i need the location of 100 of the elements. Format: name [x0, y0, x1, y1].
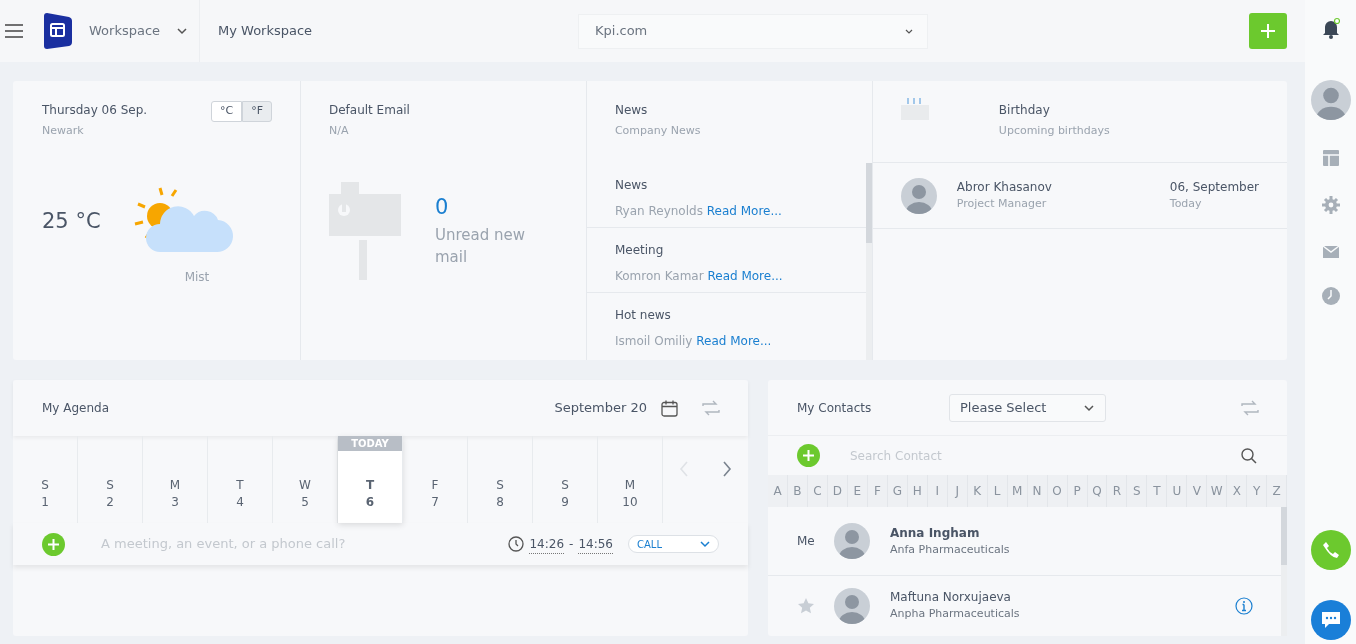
letter-filter[interactable]: I	[927, 475, 948, 507]
search-icon[interactable]	[1241, 447, 1257, 464]
contact-company: Anpha Pharmaceuticals	[890, 606, 1021, 623]
letter-filter[interactable]: C	[807, 475, 828, 507]
letter-filter[interactable]: Y	[1247, 475, 1268, 507]
phone-icon	[1321, 541, 1340, 559]
day-cell[interactable]: T 4	[208, 436, 273, 523]
letter-filter[interactable]: G	[887, 475, 908, 507]
info-icon[interactable]	[1235, 596, 1253, 615]
day-cell[interactable]: S 1	[13, 436, 78, 523]
chat-button[interactable]	[1310, 600, 1351, 640]
letter-filter[interactable]: U	[1167, 475, 1188, 507]
page-title: My Workspace	[218, 22, 314, 41]
day-cell[interactable]: F 7	[403, 436, 468, 523]
person-role: Project Manager	[956, 196, 1048, 213]
add-button[interactable]	[42, 532, 65, 556]
letter-filter[interactable]: X	[1227, 475, 1248, 507]
letter-filter[interactable]: N	[1027, 475, 1048, 507]
notification-bell-icon[interactable]	[1321, 17, 1340, 39]
person-name: Abror Khasanov	[956, 179, 1053, 197]
letter-filter[interactable]: A	[768, 475, 788, 507]
call-button[interactable]	[1310, 530, 1351, 570]
clock-icon[interactable]	[1321, 287, 1340, 305]
letter-filter[interactable]: J	[947, 475, 968, 507]
birthday-date: 06, September	[1169, 179, 1259, 197]
chevron-left-icon[interactable]	[679, 460, 690, 477]
read-more-link[interactable]: Read More...	[706, 204, 782, 218]
time-separator: -	[569, 536, 574, 553]
news-item-title: News	[614, 177, 649, 194]
star-icon[interactable]	[797, 596, 815, 615]
unit-toggle[interactable]: °C	[210, 101, 243, 122]
chevron-down-icon	[905, 27, 913, 35]
refresh-icon[interactable]	[1241, 398, 1259, 417]
today-label: TODAY	[338, 436, 402, 451]
letter-filter[interactable]: M	[1007, 475, 1028, 507]
me-label: Me	[797, 534, 815, 548]
weather-city: Newark	[42, 123, 85, 139]
read-more-link[interactable]: Read More...	[696, 334, 772, 348]
layout-icon[interactable]	[1321, 149, 1340, 167]
refresh-icon[interactable]	[702, 399, 720, 417]
letter-filter[interactable]: V	[1187, 475, 1208, 507]
add-button[interactable]	[1249, 13, 1287, 49]
letter-filter[interactable]: B	[787, 475, 808, 507]
chevron-right-icon[interactable]	[721, 460, 732, 477]
news-item-author: Ismoil Omiliy Read More...	[614, 333, 773, 350]
weather-condition: Mist	[183, 268, 211, 286]
plus-icon	[48, 538, 59, 550]
letter-filter[interactable]: H	[907, 475, 928, 507]
type-select[interactable]: CALL	[628, 535, 719, 553]
menu-icon[interactable]	[4, 23, 24, 39]
domain-select[interactable]: Kpi.com	[578, 13, 928, 49]
day-cell[interactable]: S 9	[533, 436, 598, 523]
letter-filter[interactable]: Q	[1087, 475, 1108, 507]
contacts-title: My Contacts	[797, 399, 873, 417]
email-address: N/A	[328, 123, 350, 139]
news-subtitle: Company News	[614, 123, 702, 139]
contact-name: Anna Ingham	[890, 524, 981, 542]
letter-filter[interactable]: K	[967, 475, 988, 507]
letter-filter[interactable]: P	[1067, 475, 1088, 507]
contact-avatar	[834, 523, 870, 559]
scrollbar-thumb[interactable]	[1281, 507, 1287, 565]
settings-icon[interactable]	[1321, 196, 1340, 214]
person-avatar	[900, 177, 937, 214]
unit-toggle[interactable]: °F	[242, 101, 272, 122]
user-avatar[interactable]	[1310, 80, 1351, 120]
letter-filter[interactable]: R	[1107, 475, 1128, 507]
time-field[interactable]: 14:26	[529, 534, 565, 554]
day-cell[interactable]: TODAY T 6	[338, 436, 403, 523]
clock-icon	[508, 536, 525, 552]
add-button[interactable]	[797, 444, 820, 467]
mail-icon[interactable]	[1321, 243, 1340, 261]
time-field[interactable]: 14:56	[578, 534, 613, 554]
letter-filter[interactable]: E	[847, 475, 868, 507]
chevron-down-icon	[1083, 402, 1095, 413]
contact-row[interactable]: Maftuna Norxujaeva Anpha Pharmaceuticals	[768, 576, 1281, 635]
workspace-dropdown[interactable]: Workspace	[89, 21, 189, 41]
contact-company: Anfa Pharmaceuticals	[890, 541, 1011, 558]
filter-select[interactable]: Please Select	[949, 393, 1106, 422]
news-title: News	[614, 102, 649, 119]
letter-filter[interactable]: O	[1047, 475, 1068, 507]
temperature: 25 °C	[42, 207, 102, 235]
contact-row[interactable]: Me Anna Ingham Anfa Pharmaceuticals	[768, 507, 1281, 576]
letter-filter[interactable]: T	[1147, 475, 1168, 507]
mail-caption: Unread new mail	[434, 224, 526, 269]
read-more-link[interactable]: Read More...	[707, 269, 783, 283]
day-cell[interactable]: S 8	[468, 436, 533, 523]
plus-icon	[803, 450, 814, 461]
letter-filter[interactable]: S	[1127, 475, 1148, 507]
day-cell[interactable]: M 10	[598, 436, 663, 523]
scrollbar-thumb[interactable]	[865, 163, 872, 243]
calendar-icon[interactable]	[661, 399, 678, 417]
letter-filter[interactable]: F	[867, 475, 888, 507]
birthday-when: Today	[1169, 196, 1203, 213]
letter-filter[interactable]: L	[987, 475, 1008, 507]
day-cell[interactable]: S 2	[78, 436, 143, 523]
weather-date: Thursday 06 Sep.	[42, 102, 148, 119]
letter-filter[interactable]: W	[1207, 475, 1228, 507]
letter-filter[interactable]: D	[827, 475, 848, 507]
day-cell[interactable]: M 3	[143, 436, 208, 523]
mail-count: 0	[434, 194, 450, 222]
